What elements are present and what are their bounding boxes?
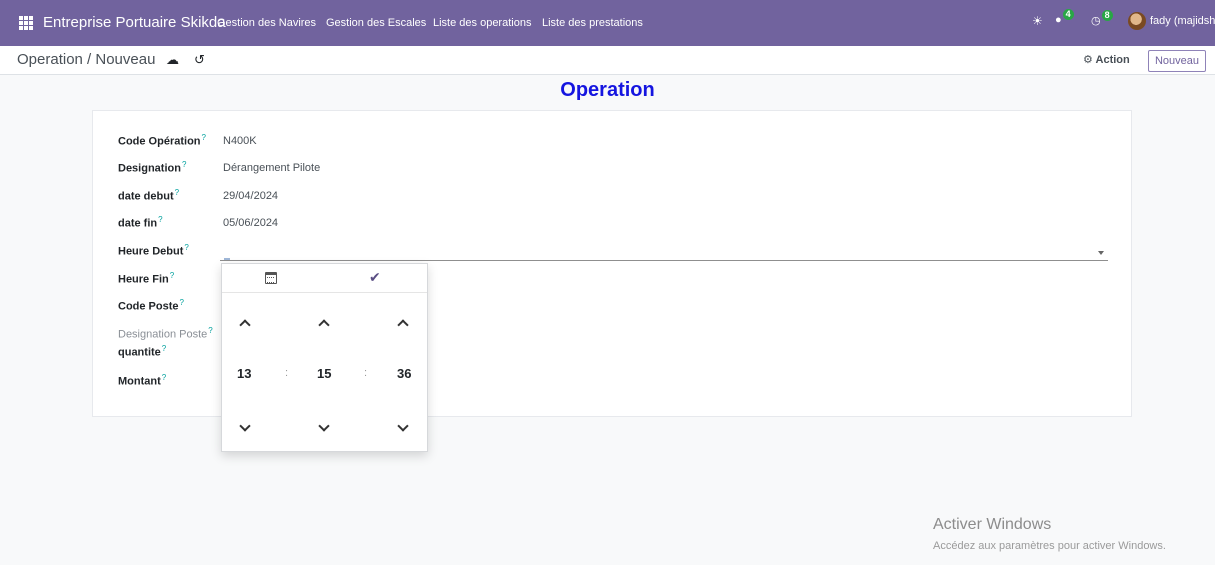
menu-item-operations[interactable]: Liste des operations	[433, 17, 531, 29]
label-heure-fin: Heure Fin?	[118, 271, 175, 286]
decrement-hours-chevron-down-icon[interactable]	[237, 422, 253, 434]
increment-hours-chevron-up-icon[interactable]	[237, 317, 253, 329]
menu-item-navires[interactable]: Gestion des Navires	[217, 17, 316, 29]
time-separator: :	[364, 367, 368, 379]
field-date-fin[interactable]: 05/06/2024	[223, 217, 278, 229]
calendar-icon[interactable]	[265, 272, 277, 284]
avatar	[1128, 12, 1146, 30]
time-picker: ✔ 13 : 15 : 36	[221, 263, 428, 452]
clock-icon: ◷	[1091, 15, 1101, 27]
activities-badge: 8	[1101, 10, 1113, 21]
breadcrumb[interactable]: Operation / Nouveau	[17, 51, 155, 68]
windows-watermark-subtitle: Accédez aux paramètres pour activer Wind…	[933, 540, 1166, 552]
decrement-minutes-chevron-down-icon[interactable]	[316, 422, 332, 434]
app-brand[interactable]: Entreprise Portuaire Skikda	[43, 14, 226, 31]
caret-down-icon[interactable]	[1098, 251, 1104, 255]
decrement-seconds-chevron-down-icon[interactable]	[395, 422, 411, 434]
label-date-debut: date debut?	[118, 188, 180, 203]
activities-button[interactable]: ◷ 8	[1091, 10, 1113, 27]
increment-seconds-chevron-up-icon[interactable]	[395, 317, 411, 329]
time-separator: :	[285, 367, 289, 379]
top-navbar: Entreprise Portuaire Skikda Gestion des …	[0, 0, 1215, 46]
user-menu[interactable]: fady (majidsh)	[1128, 12, 1215, 30]
label-montant: Montant?	[118, 373, 167, 388]
label-code-operation: Code Opération?	[118, 133, 206, 148]
messages-badge: 4	[1062, 9, 1074, 20]
windows-watermark-title: Activer Windows	[933, 516, 1052, 533]
field-designation[interactable]: Dérangement Pilote	[223, 162, 320, 174]
new-button[interactable]: Nouveau	[1148, 50, 1206, 72]
label-code-poste: Code Poste?	[118, 298, 184, 313]
field-code-operation[interactable]: N400K	[223, 135, 257, 147]
label-quantite: quantite?	[118, 344, 167, 359]
field-date-debut[interactable]: 29/04/2024	[223, 190, 278, 202]
menu-item-prestations[interactable]: Liste des prestations	[542, 17, 643, 29]
user-name: fady (majidsh)	[1150, 14, 1215, 27]
increment-minutes-chevron-up-icon[interactable]	[316, 317, 332, 329]
label-designation-poste: Designation Poste?	[118, 326, 213, 341]
save-cloud-icon[interactable]: ☁	[166, 52, 179, 68]
control-panel: Operation / Nouveau ☁ ↺ ⚙ Action Nouveau	[0, 46, 1215, 75]
apps-menu-icon[interactable]	[19, 16, 33, 30]
debug-bug-icon[interactable]: ☀	[1032, 14, 1043, 28]
time-picker-header: ✔	[222, 264, 427, 293]
discard-undo-icon[interactable]: ↺	[194, 52, 205, 68]
action-menu-button[interactable]: ⚙ Action	[1083, 53, 1130, 66]
messages-button[interactable]: ● 4	[1055, 9, 1074, 26]
label-designation: Designation?	[118, 160, 187, 175]
hours-value[interactable]: 13	[237, 366, 251, 381]
heure-debut-input[interactable]	[220, 249, 1108, 261]
minutes-value[interactable]: 15	[317, 366, 331, 381]
label-heure-debut: Heure Debut?	[118, 243, 189, 258]
gear-icon: ⚙	[1083, 54, 1096, 66]
chat-icon: ●	[1055, 14, 1062, 26]
menu-item-escales[interactable]: Gestion des Escales	[326, 17, 426, 29]
input-cursor	[224, 258, 230, 260]
seconds-value[interactable]: 36	[397, 366, 411, 381]
check-icon[interactable]: ✔	[369, 269, 381, 286]
page-title: Operation	[560, 79, 655, 101]
label-date-fin: date fin?	[118, 215, 163, 230]
